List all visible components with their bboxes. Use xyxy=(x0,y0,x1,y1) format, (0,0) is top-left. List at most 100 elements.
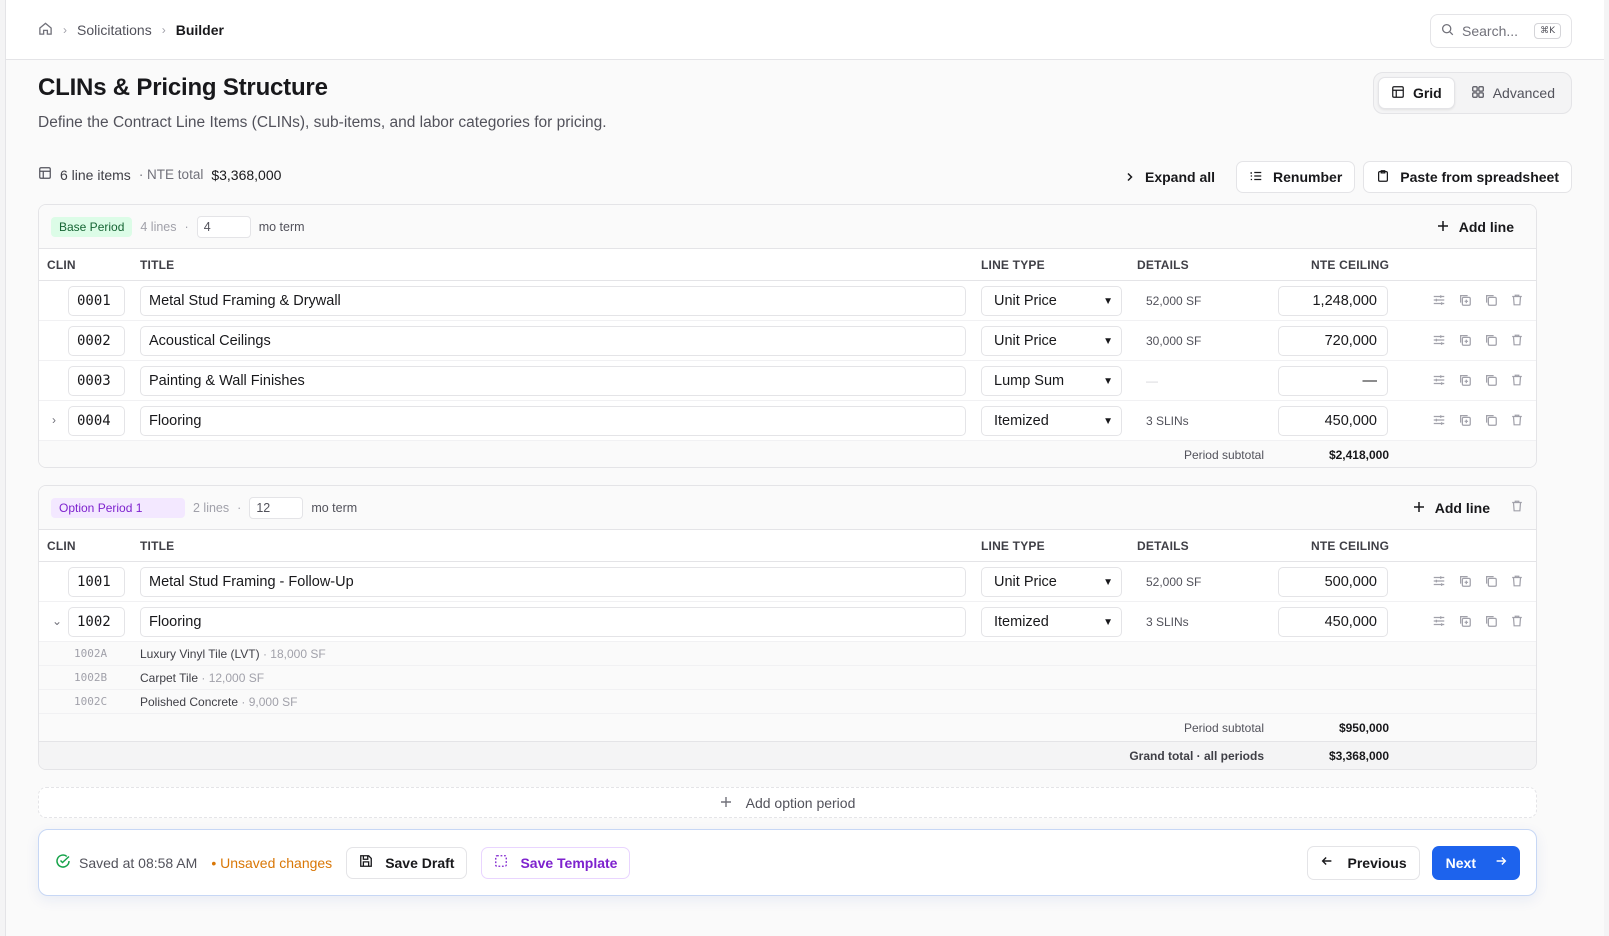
nte-input[interactable]: 450,000 xyxy=(1278,406,1388,436)
copy-plus-icon[interactable] xyxy=(1458,413,1472,427)
trash-icon[interactable] xyxy=(1510,373,1524,387)
copy-plus-icon[interactable] xyxy=(1458,373,1472,387)
next-button[interactable]: Next xyxy=(1431,845,1520,880)
check-circle-icon xyxy=(55,853,71,872)
trash-icon[interactable] xyxy=(1510,614,1524,628)
grid-view-button[interactable]: Grid xyxy=(1377,77,1455,109)
sliders-icon[interactable] xyxy=(1432,373,1446,387)
copy-plus-icon[interactable] xyxy=(1458,574,1472,588)
copy-icon[interactable] xyxy=(1484,293,1498,307)
period-badge[interactable]: Option Period 1 xyxy=(51,497,185,518)
col-clin[interactable]: CLIN xyxy=(47,539,76,553)
sliders-icon[interactable] xyxy=(1432,614,1446,628)
clin-input[interactable]: 1002 xyxy=(68,607,125,637)
line-type-select[interactable]: Unit Price ▼ xyxy=(981,567,1122,597)
previous-button[interactable]: Previous xyxy=(1306,845,1420,880)
add-option-period-button[interactable]: Add option period xyxy=(38,787,1537,818)
copy-plus-icon[interactable] xyxy=(1458,333,1472,347)
copy-icon[interactable] xyxy=(1484,614,1498,628)
trash-icon[interactable] xyxy=(1510,333,1524,347)
save-template-button[interactable]: Save Template xyxy=(481,846,631,879)
breadcrumb-solicitations[interactable]: Solicitations xyxy=(77,22,152,38)
add-line-button[interactable]: Add line xyxy=(1413,500,1490,516)
nte-input[interactable]: 1,248,000 xyxy=(1278,286,1388,316)
trash-icon[interactable] xyxy=(1510,499,1524,516)
title-input[interactable]: Metal Stud Framing & Drywall xyxy=(140,286,966,316)
line-type-select[interactable]: Unit Price ▼ xyxy=(981,326,1122,356)
arrow-left-icon xyxy=(1320,854,1334,871)
copy-icon[interactable] xyxy=(1484,413,1498,427)
clin-input[interactable]: 1001 xyxy=(68,567,125,597)
clin-input[interactable]: 0002 xyxy=(68,326,125,356)
sliders-icon[interactable] xyxy=(1432,574,1446,588)
sliders-icon[interactable] xyxy=(1432,413,1446,427)
column-headers: CLIN TITLE LINE TYPE DETAILS NTE CEILING xyxy=(39,530,1536,562)
line-type-select[interactable]: Itemized ▼ xyxy=(981,607,1122,637)
col-details[interactable]: DETAILS xyxy=(1137,258,1189,272)
chevron-down-icon[interactable]: ⌄ xyxy=(52,614,64,630)
trash-icon[interactable] xyxy=(1510,574,1524,588)
row-actions xyxy=(1432,614,1524,628)
line-type-select[interactable]: Itemized ▼ xyxy=(981,406,1122,436)
renumber-button[interactable]: Renumber xyxy=(1236,161,1356,193)
col-title[interactable]: TITLE xyxy=(140,539,174,553)
col-nte-ceiling[interactable]: NTE CEILING xyxy=(1311,258,1389,272)
chevron-right-icon: › xyxy=(63,22,67,37)
trash-icon[interactable] xyxy=(1510,293,1524,307)
nte-input[interactable]: 500,000 xyxy=(1278,567,1388,597)
nte-input[interactable]: — xyxy=(1278,366,1388,396)
copy-plus-icon[interactable] xyxy=(1458,614,1472,628)
col-nte-ceiling[interactable]: NTE CEILING xyxy=(1311,539,1389,553)
copy-icon[interactable] xyxy=(1484,574,1498,588)
period-subtotal-value: $2,418,000 xyxy=(1328,448,1389,462)
add-line-button[interactable]: Add line xyxy=(1437,219,1524,235)
chevron-down-icon: ▼ xyxy=(1103,375,1113,387)
nte-input[interactable]: 720,000 xyxy=(1278,326,1388,356)
column-headers: CLIN TITLE LINE TYPE DETAILS NTE CEILING xyxy=(39,249,1536,281)
table-icon xyxy=(1391,85,1405,102)
col-clin[interactable]: CLIN xyxy=(47,258,76,272)
page-header: CLINs & Pricing Structure Define the Con… xyxy=(38,74,607,132)
col-line-type[interactable]: LINE TYPE xyxy=(981,258,1045,272)
col-details[interactable]: DETAILS xyxy=(1137,539,1189,553)
title-input[interactable]: Metal Stud Framing - Follow-Up xyxy=(140,567,966,597)
separator-dot: · xyxy=(237,500,242,515)
clin-input[interactable]: 0001 xyxy=(68,286,125,316)
table-row: ⌄ 1002 Flooring Itemized ▼ 3 SLINs 450,00… xyxy=(39,602,1536,642)
title-input[interactable]: Acoustical Ceilings xyxy=(140,326,966,356)
title-input[interactable]: Flooring xyxy=(140,607,966,637)
nte-total-value: $3,368,000 xyxy=(211,166,282,183)
term-input[interactable]: 12 xyxy=(249,496,304,519)
grid-label: Grid xyxy=(1412,85,1442,101)
sliders-icon[interactable] xyxy=(1432,293,1446,307)
chevron-right-icon[interactable]: › xyxy=(52,413,64,429)
nte-input[interactable]: 450,000 xyxy=(1278,607,1388,637)
expand-all-button[interactable]: Expand all xyxy=(1112,161,1228,193)
chevron-down-icon: ▼ xyxy=(1103,415,1113,427)
copy-plus-icon[interactable] xyxy=(1458,293,1472,307)
title-input[interactable]: Flooring xyxy=(140,406,966,436)
paste-spreadsheet-button[interactable]: Paste from spreadsheet xyxy=(1363,161,1572,193)
term-input[interactable]: 4 xyxy=(196,215,251,238)
plus-icon xyxy=(1413,500,1425,516)
line-type-select[interactable]: Unit Price ▼ xyxy=(981,286,1122,316)
search-input[interactable]: Search... ⌘K xyxy=(1430,14,1572,48)
save-draft-button[interactable]: Save Draft xyxy=(346,846,468,879)
sliders-icon[interactable] xyxy=(1432,333,1446,347)
copy-icon[interactable] xyxy=(1484,373,1498,387)
home-icon[interactable] xyxy=(38,21,53,39)
col-title[interactable]: TITLE xyxy=(140,258,174,272)
advanced-view-button[interactable]: Advanced xyxy=(1459,77,1567,109)
clin-input[interactable]: 0004 xyxy=(68,406,125,436)
table-icon xyxy=(38,166,52,183)
slin-qty: · 12,000 SF xyxy=(201,671,265,685)
option-period-card: Option Period 1 2 lines · 12 mo term Add… xyxy=(38,485,1537,770)
clin-input[interactable]: 0003 xyxy=(68,366,125,396)
col-line-type[interactable]: LINE TYPE xyxy=(981,539,1045,553)
title-input[interactable]: Painting & Wall Finishes xyxy=(140,366,966,396)
line-type-select[interactable]: Lump Sum ▼ xyxy=(981,366,1122,396)
trash-icon[interactable] xyxy=(1510,413,1524,427)
copy-icon[interactable] xyxy=(1484,333,1498,347)
base-period-card: Base Period 4 lines · 4 mo term Add line… xyxy=(38,204,1537,468)
chevron-down-icon: ▼ xyxy=(1103,576,1113,588)
